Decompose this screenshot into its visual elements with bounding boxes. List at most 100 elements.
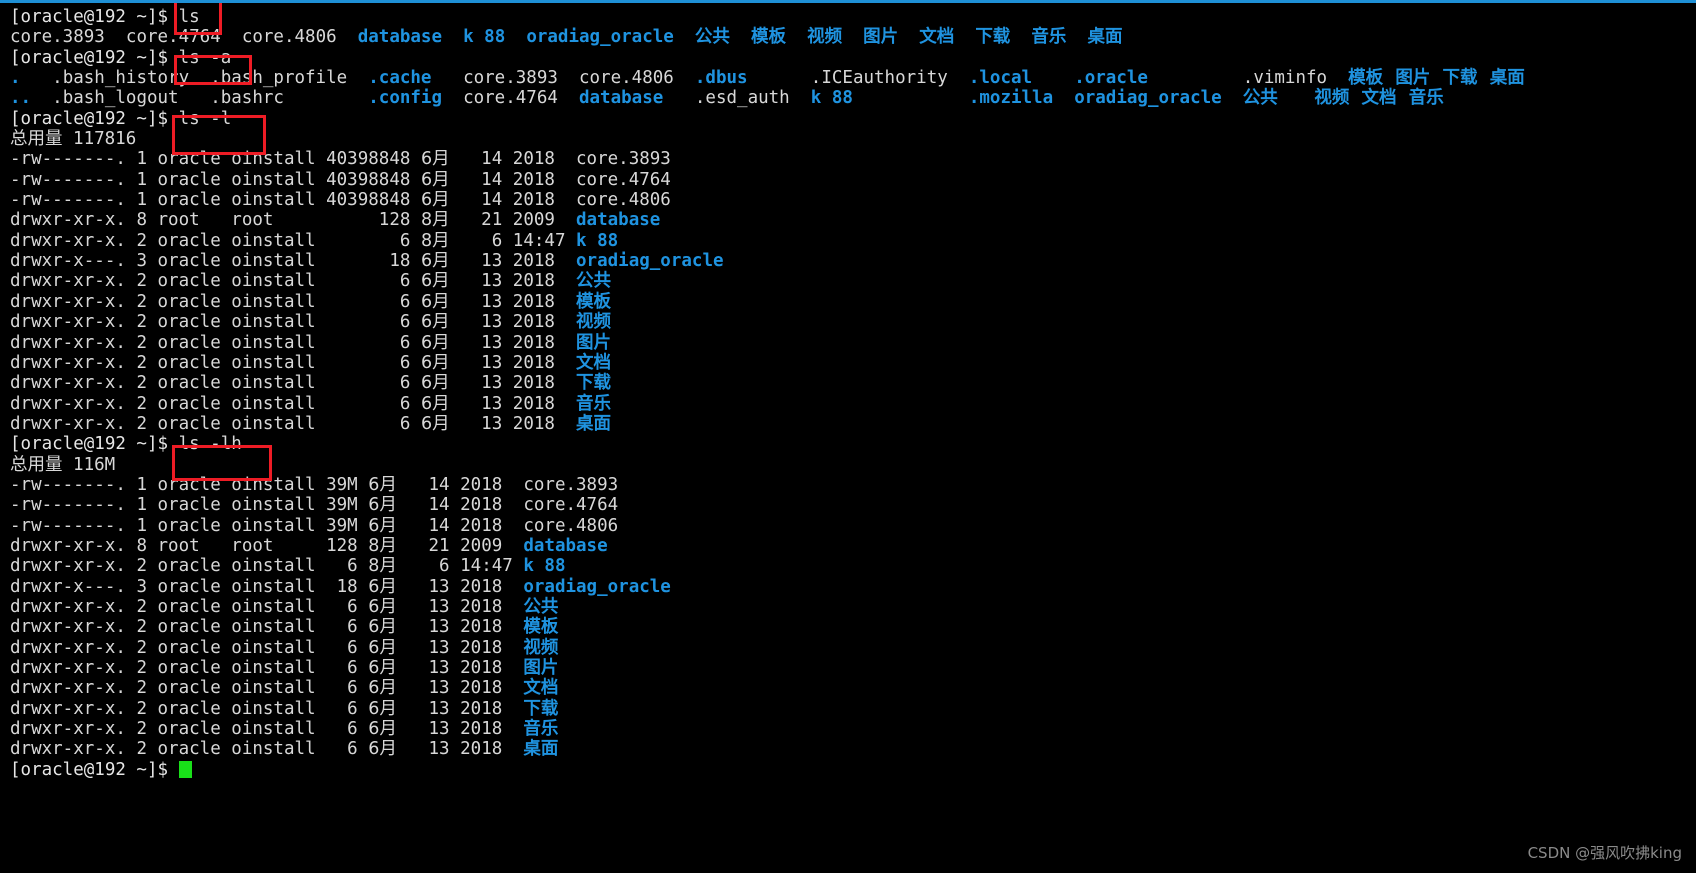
month: 6月 — [420, 373, 450, 394]
size: 6 — [326, 556, 369, 577]
size: 6 — [326, 719, 369, 740]
entry-oradiag_oracle: oradiag_oracle — [1074, 88, 1243, 109]
owner: oracle — [157, 576, 232, 597]
link-count: 2 — [136, 719, 158, 740]
filename: 桌面 — [576, 413, 612, 434]
time: 2009 — [460, 535, 524, 556]
perms: -rw-------. — [10, 169, 137, 190]
month: 8月 — [420, 230, 450, 251]
size: 6 — [326, 596, 369, 617]
size: 6 — [326, 393, 421, 414]
entry-文档: 文档 — [919, 27, 955, 48]
time: 2018 — [460, 678, 524, 699]
link-count: 1 — [136, 515, 158, 536]
day: 13 — [396, 617, 461, 638]
day: 13 — [396, 596, 461, 617]
terminal-screen[interactable]: [oracle@192 ~]$ ls core.3893 core.4764 co… — [10, 7, 1696, 873]
month: 6月 — [368, 596, 397, 617]
size: 6 — [326, 698, 369, 719]
perms: drwxr-xr-x. — [10, 210, 137, 231]
prompt-line[interactable]: [oracle@192 ~]$ ls — [10, 7, 1696, 27]
filename: database — [523, 535, 608, 556]
time: 2018 — [512, 352, 577, 373]
entry-音乐: 音乐 — [1408, 88, 1456, 109]
entry-.viminfo: .viminfo — [1242, 68, 1349, 89]
month: 6月 — [420, 413, 450, 434]
owner: oracle — [157, 149, 232, 170]
link-count: 2 — [136, 698, 158, 719]
day: 6 — [396, 556, 461, 577]
filename: 文档 — [523, 678, 559, 699]
group: oinstall — [231, 698, 327, 719]
terminal-window[interactable]: [oracle@192 ~]$ ls core.3893 core.4764 co… — [0, 0, 1696, 873]
file-row: drwxr-xr-x. 2 oracle oinstall 6 6月 13 20… — [10, 699, 1696, 719]
link-count: 2 — [136, 352, 158, 373]
perms: drwxr-xr-x. — [10, 230, 137, 251]
owner: root — [157, 210, 232, 231]
link-count: 2 — [136, 291, 158, 312]
link-count: 8 — [136, 210, 158, 231]
perms: drwxr-xr-x. — [10, 556, 137, 577]
perms: drwxr-xr-x. — [10, 698, 137, 719]
day: 13 — [396, 576, 461, 597]
group: oinstall — [231, 617, 327, 638]
entry-下载: 下载 — [1442, 68, 1490, 89]
owner: oracle — [157, 251, 232, 272]
link-count: 2 — [136, 413, 158, 434]
day: 14 — [396, 495, 461, 516]
prompt-line[interactable]: [oracle@192 ~]$ ls -a — [10, 48, 1696, 68]
file-row: drwxr-x---. 3 oracle oinstall 18 6月 13 2… — [10, 251, 1696, 271]
time: 2018 — [512, 373, 577, 394]
link-count: 8 — [136, 535, 158, 556]
group: oinstall — [231, 678, 327, 699]
filename: oradiag_oracle — [523, 576, 671, 597]
link-count: 3 — [136, 251, 158, 272]
owner: oracle — [157, 495, 232, 516]
file-row: drwxr-xr-x. 8 root root 128 8月 21 2009 d… — [10, 536, 1696, 556]
owner: oracle — [157, 352, 232, 373]
filename: 下载 — [523, 698, 559, 719]
file-row: -rw-------. 1 oracle oinstall 40398848 6… — [10, 149, 1696, 169]
day: 13 — [449, 352, 513, 373]
time: 2018 — [512, 251, 577, 272]
time: 2018 — [512, 291, 577, 312]
day: 13 — [449, 271, 513, 292]
entry-.oracle: .oracle — [1074, 68, 1243, 89]
prompt-line[interactable]: [oracle@192 ~]$ ls -lh — [10, 434, 1696, 454]
link-count: 2 — [136, 658, 158, 678]
prompt-line-final[interactable]: [oracle@192 ~]$ — [10, 760, 1696, 780]
entry-模板: 模板 — [1348, 68, 1396, 89]
size: 6 — [326, 658, 369, 678]
filename: 公共 — [523, 596, 559, 617]
entry-core.4806: core.4806 — [241, 27, 337, 48]
filename: 文档 — [576, 352, 612, 373]
filename: core.4764 — [576, 169, 671, 190]
perms: -rw-------. — [10, 495, 137, 516]
size: 6 — [326, 637, 369, 658]
watermark: CSDN @强风吹拂king — [1527, 844, 1682, 862]
entry-core.4764: core.4764 — [125, 27, 221, 48]
size: 6 — [326, 413, 421, 434]
perms: drwxr-xr-x. — [10, 678, 137, 699]
day: 13 — [449, 312, 513, 333]
owner: oracle — [157, 719, 232, 740]
time: 2018 — [460, 474, 524, 495]
entry-模板: 模板 — [751, 27, 786, 48]
file-row: drwxr-xr-x. 2 oracle oinstall 6 6月 13 20… — [10, 312, 1696, 332]
prompt-line[interactable]: [oracle@192 ~]$ ls -l — [10, 109, 1696, 129]
entry-.bashrc: .bashrc — [210, 88, 369, 109]
file-row: -rw-------. 1 oracle oinstall 40398848 6… — [10, 170, 1696, 190]
perms: drwxr-xr-x. — [10, 596, 137, 617]
size: 6 — [326, 271, 421, 292]
size: 18 — [326, 576, 369, 597]
link-count: 2 — [136, 312, 158, 333]
perms: drwxr-xr-x. — [10, 535, 137, 556]
day: 14 — [396, 474, 461, 495]
prompt-text: [oracle@192 ~]$ — [10, 7, 179, 27]
month: 6月 — [420, 271, 450, 292]
time: 2018 — [460, 698, 524, 719]
month: 6月 — [368, 474, 397, 495]
filename: core.4806 — [523, 515, 619, 536]
group: oinstall — [231, 190, 327, 211]
group: oinstall — [231, 291, 327, 312]
